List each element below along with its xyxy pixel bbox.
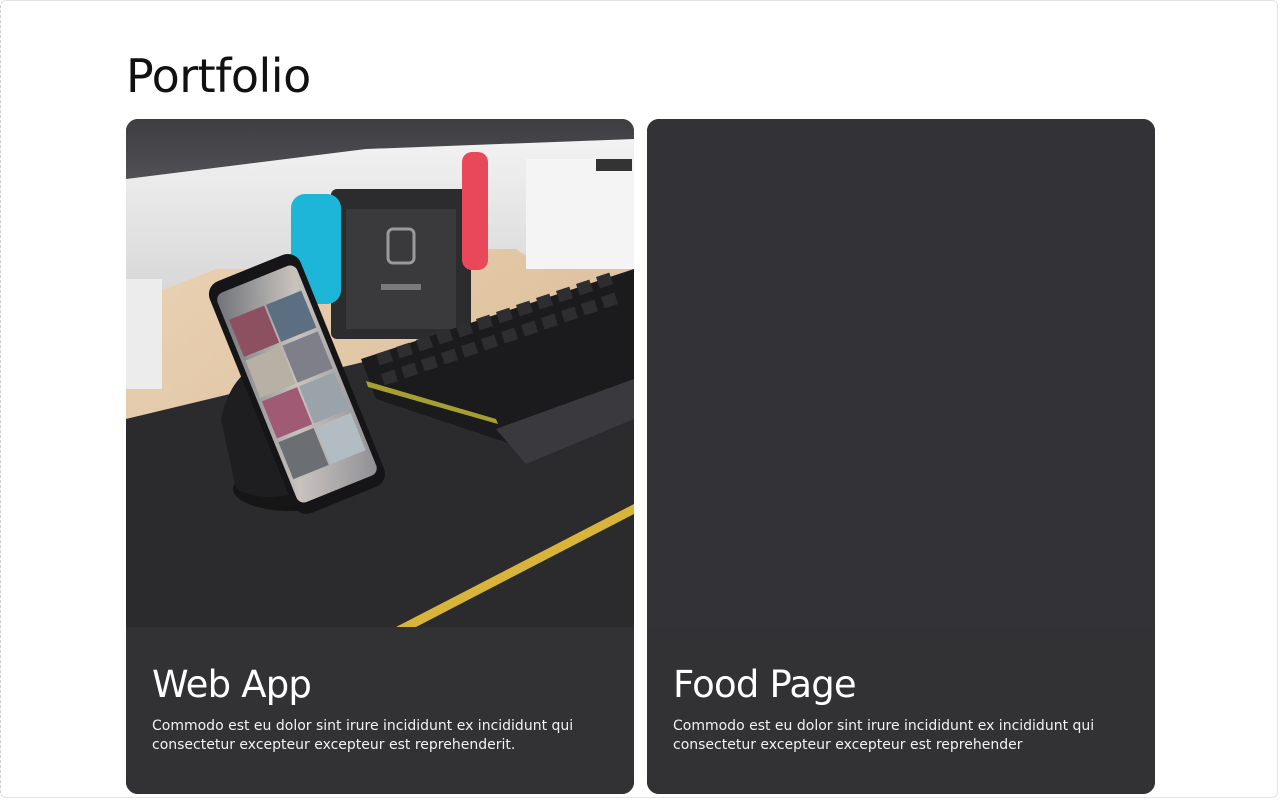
card-title[interactable]: Food Page: [673, 663, 857, 707]
card-body: Web App Commodo est eu dolor sint irure …: [126, 627, 634, 794]
card-image-placeholder: [647, 119, 1155, 627]
desk-setup-photo: [126, 119, 634, 627]
page-title: Portfolio: [126, 49, 311, 103]
card-title[interactable]: Web App: [152, 663, 312, 707]
portfolio-card-food-page[interactable]: Food Page Commodo est eu dolor sint irur…: [647, 119, 1155, 794]
card-image: [126, 119, 634, 627]
portfolio-card-web-app[interactable]: Web App Commodo est eu dolor sint irure …: [126, 119, 634, 794]
card-description: Commodo est eu dolor sint irure incididu…: [673, 718, 1095, 753]
card-description: Commodo est eu dolor sint irure incididu…: [152, 718, 574, 753]
card-body: Food Page Commodo est eu dolor sint irur…: [647, 627, 1155, 794]
